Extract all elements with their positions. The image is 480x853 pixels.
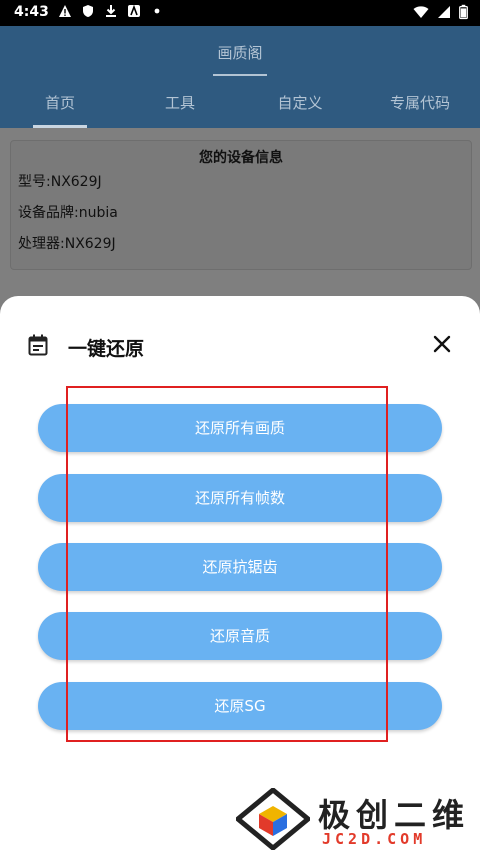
tab-bar: 首页 工具 自定义 专属代码 [0,90,480,128]
signal-icon [438,6,450,18]
reset-audio-quality-button[interactable]: 还原音质 [38,612,442,660]
device-processor: 处理器:NX629J [18,236,116,252]
close-icon[interactable] [432,334,452,354]
app-title: 画质阁 [217,44,263,62]
device-info-title: 您的设备信息 [199,150,283,166]
dot-icon [154,8,160,14]
download-icon [106,5,116,17]
tab-custom[interactable]: 自定义 [240,90,360,128]
reset-all-fps-button[interactable]: 还原所有帧数 [38,474,442,522]
device-info-card: 您的设备信息 型号:NX629J 设备品牌:nubia 处理器:NX629J [10,140,472,270]
sheet-header: 一键还原 [0,328,480,364]
battery-icon [459,4,468,20]
reset-all-quality-button[interactable]: 还原所有画质 [38,404,442,452]
device-brand: 设备品牌:nubia [18,205,118,221]
status-bar: 4:43 [0,0,480,26]
tab-exclusive-code[interactable]: 专属代码 [360,90,480,128]
status-time: 4:43 [14,4,49,20]
wifi-icon [413,6,429,18]
reset-antialiasing-button[interactable]: 还原抗锯齿 [38,543,442,591]
calendar-icon [28,334,48,356]
watermark-logo [236,788,310,850]
reset-sg-button[interactable]: 还原SG [38,682,442,730]
tab-tools[interactable]: 工具 [120,90,240,128]
tab-home[interactable]: 首页 [0,90,120,128]
title-underline [213,74,267,76]
app-bar: 画质阁 首页 工具 自定义 专属代码 [0,26,480,128]
device-model: 型号:NX629J [18,174,102,190]
sheet-title: 一键还原 [68,338,145,360]
watermark-url: JC2D.COM [322,830,427,848]
alert-icon [59,5,71,17]
shield-icon [83,5,93,17]
a-badge-icon [128,4,140,17]
